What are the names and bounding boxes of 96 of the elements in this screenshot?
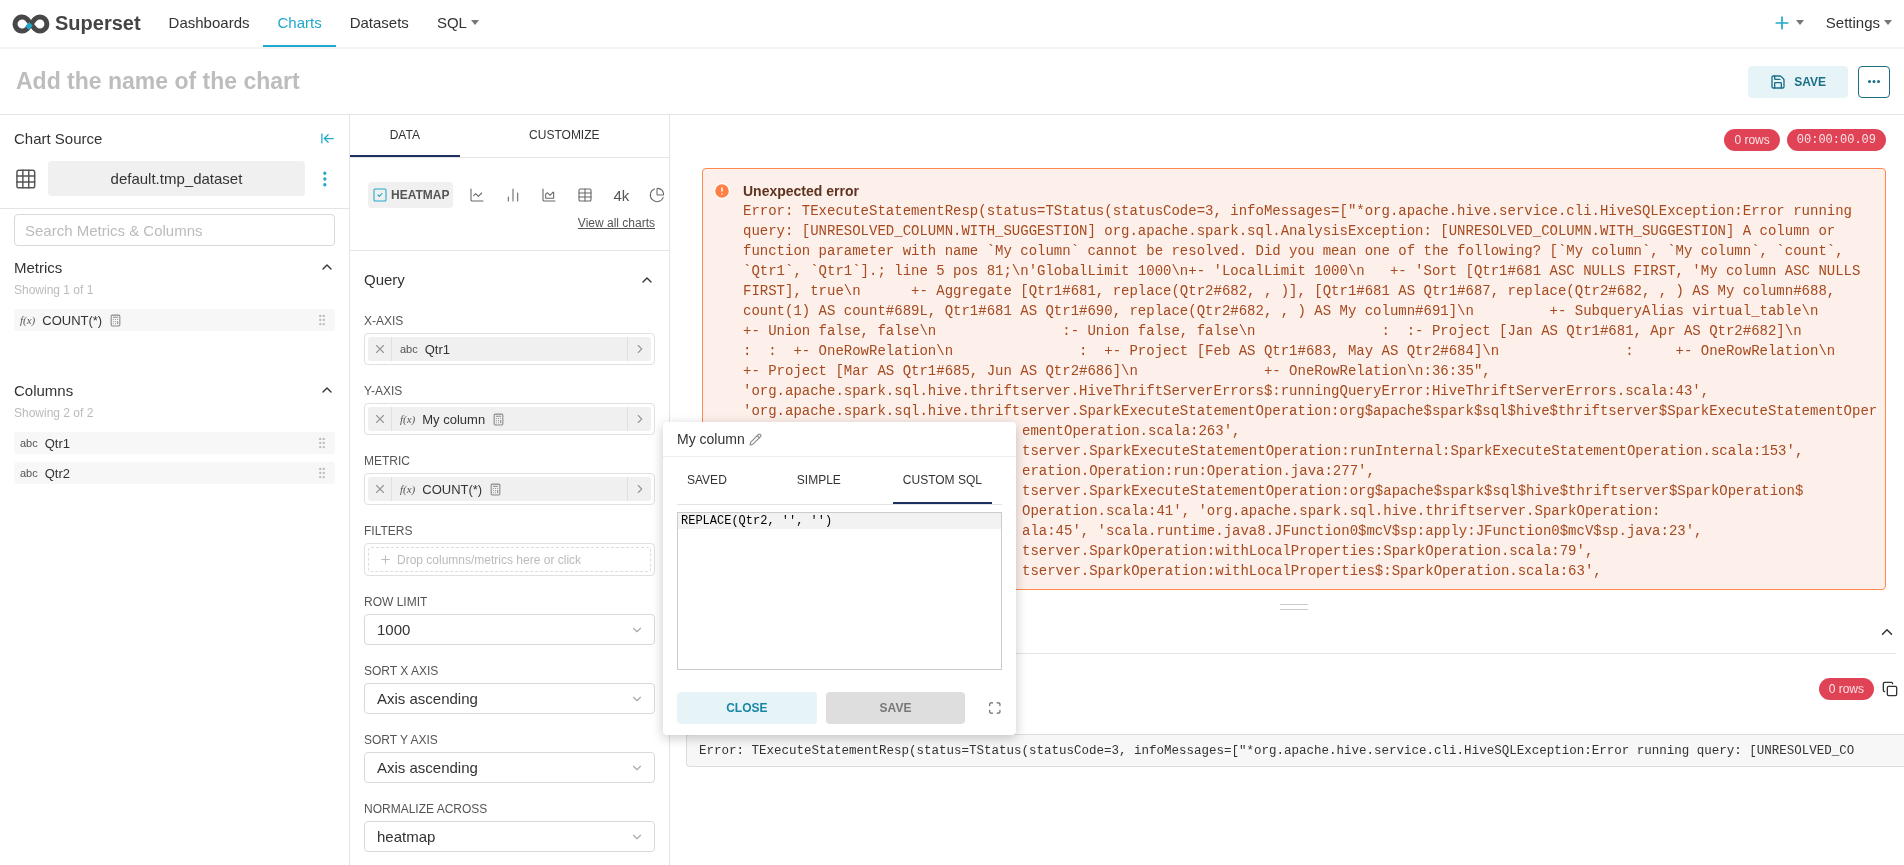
save-button[interactable]: SAVE	[1748, 65, 1848, 98]
error-text: tserver.SparkExecuteStatementOperation:runInternal:SparkExecuteStatementOperation.scala:153',	[1022, 442, 1805, 461]
panel-title: Chart Source	[14, 129, 103, 147]
section-title: Query	[364, 271, 405, 288]
caret-icon	[470, 20, 479, 25]
list-item[interactable]: abc Qtr2	[14, 462, 335, 484]
error-text: tserver.SparkOperation:withLocalProperties$:SparkOperation.scala:63',	[1022, 562, 1603, 581]
error-text: tserver.SparkExecuteStatementOperation:org$apache$spark$sql$hive$thriftserver$SparkOperation$	[1022, 482, 1805, 501]
error-text: ala:45', 'scala.runtime.java8.JFunction0$mcV$sp:apply:JFunction0$mcV$sp.java:23',	[1022, 522, 1704, 541]
showing-count: Showing 1 of 1	[14, 283, 95, 297]
search-field[interactable]: Search Metrics & Columns	[14, 214, 335, 246]
control-label: METRIC	[364, 454, 411, 468]
error-text: function parameter with name `My column` cannot be resolved. Did you mean one of the following? [`My column`, `My column`, `count`,	[743, 242, 1845, 261]
select-field[interactable]: 1000	[364, 614, 655, 645]
checkbox-icon	[372, 187, 388, 203]
error-text: FIRST], true\n +- Aggregate [Qtr1#681, replace(Qtr2#682, , )], [Qtr1#681 AS Qtr1#687, replace(Qtr2#682, , ) AS My column#688,	[743, 282, 1837, 301]
control-label: NORMALIZE ACROSS	[364, 802, 489, 816]
error-text: eration.Operation:run:Operation.java:277',	[1022, 462, 1376, 481]
copy-icon[interactable]	[1882, 681, 1898, 697]
sql-editor[interactable]: REPLACE(Qtr2, '', '')	[677, 512, 1002, 670]
error-text: +- Project [Mar AS Qtr1#685, Jun AS Qtr2#686]\n +- OneRowRelation\n:36:35",	[743, 362, 1492, 381]
error-text: query: [UNRESOLVED_COLUMN.WITH_SUGGESTION] org.apache.spark.sql.AnalysisException: [UNRESOLVED_COLUMN.WITH_SUGGESTION] A column or	[743, 222, 1837, 241]
control-label: FILTERS	[364, 524, 414, 538]
control-label: SORT X AXIS	[364, 664, 440, 678]
popover-title: My column	[677, 431, 745, 447]
line-chart-icon	[469, 187, 486, 203]
tab[interactable]: SAVED	[677, 457, 737, 504]
nav-item[interactable]: Datasets	[335, 0, 423, 47]
control-label: Y-AXIS	[364, 384, 404, 398]
chart-type-button[interactable]: HEATMAP	[368, 182, 454, 208]
type-label: abc	[400, 343, 418, 355]
pill-label: COUNT(*)	[422, 481, 483, 497]
error-text: 'org.apache.spark.sql.hive.thriftserver.HiveThriftServerErrors$:runningQueryError:HiveThriftServerErrors.scala:43',	[743, 382, 1711, 401]
settings-menu[interactable]: Settings	[1825, 14, 1892, 33]
metric-field[interactable]: f(x) My column	[364, 403, 655, 435]
sql-code: REPLACE(Qtr2, '', '')	[678, 513, 1001, 529]
type-label: f(x)	[400, 413, 416, 425]
caret-icon	[1795, 20, 1804, 25]
row-count-badge: 0 rows	[1818, 678, 1874, 700]
section-title: Columns	[14, 381, 74, 399]
close-button[interactable]: CLOSE	[677, 692, 817, 724]
error-text: ementOperation.scala:263',	[1022, 422, 1242, 441]
calculator-icon	[489, 482, 503, 496]
list-item[interactable]: abc Qtr1	[14, 432, 335, 454]
nav-item[interactable]: SQL	[422, 0, 493, 47]
caret-icon	[1884, 20, 1892, 25]
select-field[interactable]: Axis ascending	[364, 683, 655, 714]
metric-field[interactable]: f(x) COUNT(*)	[364, 473, 655, 505]
table-icon	[14, 166, 38, 191]
showing-count: Showing 2 of 2	[14, 406, 95, 420]
pill-label: Qtr1	[424, 341, 451, 357]
type-label: f(x)	[400, 483, 416, 495]
error-text: Operation.scala:41', 'org.apache.spark.sql.hive.thriftserver.SparkOperation:	[1022, 502, 1662, 521]
error-text: Error: TExecuteStatementResp(status=TStatus(statusCode=3, infoMessages=["*org.apache.hive.service.cli.HiveSQLException:Error running	[743, 202, 1853, 221]
list-item[interactable]: f(x) COUNT(*)	[14, 309, 335, 331]
error-text: `Qtr1`, `Qtr1`].; line 5 pos 81;\n'GlobalLimit 1000\n+- 'LocalLimit 1000\n +- 'Sort [Qtr1#681 ASC NULLS FIRST, 'My column ASC NULLS	[743, 262, 1862, 281]
error-text: 'org.apache.spark.sql.hive.thriftserver.SparkExecuteStatementOperation:org$apache$spark$sql$hive$thriftserver$SparkExecuteStatementOper	[743, 402, 1875, 421]
view-all-charts-link[interactable]: View all charts	[577, 216, 655, 230]
error-text: Error: TExecuteStatementResp(status=TStatus(statusCode=3, infoMessages=["*org.apache.hive.service.cli.HiveSQLException:Error running query: [UNRESOLVED_CO	[686, 734, 1904, 767]
control-label: ROW LIMIT	[364, 595, 429, 609]
resize-handle[interactable]	[1280, 604, 1308, 610]
save-icon	[1770, 73, 1787, 90]
error-text: count(1) AS count#689L, Qtr1#681 AS Qtr1#690, replace(Qtr2#682, , ) AS My column#691]\n +- SubqueryAlias virtual_table\n	[743, 302, 1820, 321]
nav-item[interactable]: Dashboards	[154, 0, 264, 47]
area-chart-icon	[541, 187, 558, 203]
pill-label: My column	[422, 411, 486, 427]
error-text: tserver.SparkOperation:withLocalProperties:SparkOperation.scala:79',	[1022, 542, 1595, 561]
error-text: : : +- OneRowRelation\n : +- Project [Feb AS Qtr1#683, May AS Qtr2#684]\n : +- OneRowRelation\n	[743, 342, 1837, 361]
table-icon	[577, 187, 594, 203]
chart-type-button[interactable]: 4k	[609, 182, 634, 208]
timer-badge: 00:00:00.09	[1786, 129, 1886, 151]
logo-text[interactable]: Superset	[55, 12, 141, 35]
alert-icon	[713, 182, 731, 200]
dataset-name[interactable]: default.tmp_dataset	[47, 161, 306, 196]
tab[interactable]: DATA	[350, 115, 460, 157]
more-button[interactable]	[1858, 65, 1890, 98]
select-field[interactable]: Axis ascending	[364, 752, 655, 783]
expand-icon[interactable]	[988, 701, 1002, 715]
pencil-icon[interactable]	[748, 432, 762, 446]
tab[interactable]: CUSTOMIZE	[459, 115, 669, 157]
section-title: Metrics	[14, 258, 63, 276]
error-text: +- Union false, false\n :- Union false, false\n : :- Project [Jan AS Qtr1#681, Apr AS Qtr2#682]\n	[743, 322, 1803, 341]
row-count-badge: 0 rows	[1724, 129, 1780, 151]
control-label: SORT Y AXIS	[364, 733, 439, 747]
plus-icon	[379, 553, 392, 566]
tab[interactable]: SIMPLE	[786, 457, 851, 504]
more-icon	[1868, 80, 1880, 83]
logo-icon	[12, 13, 50, 34]
calculator-icon	[492, 412, 506, 426]
control-label: X-AXIS	[364, 314, 405, 328]
select-field[interactable]: heatmap	[364, 821, 655, 852]
error-title: Unexpected error	[743, 183, 859, 199]
calculator-icon	[109, 313, 123, 327]
pie-chart-icon	[649, 187, 666, 203]
tab[interactable]: CUSTOM SQL	[892, 457, 992, 504]
metric-field[interactable]: abc Qtr1	[364, 333, 655, 365]
